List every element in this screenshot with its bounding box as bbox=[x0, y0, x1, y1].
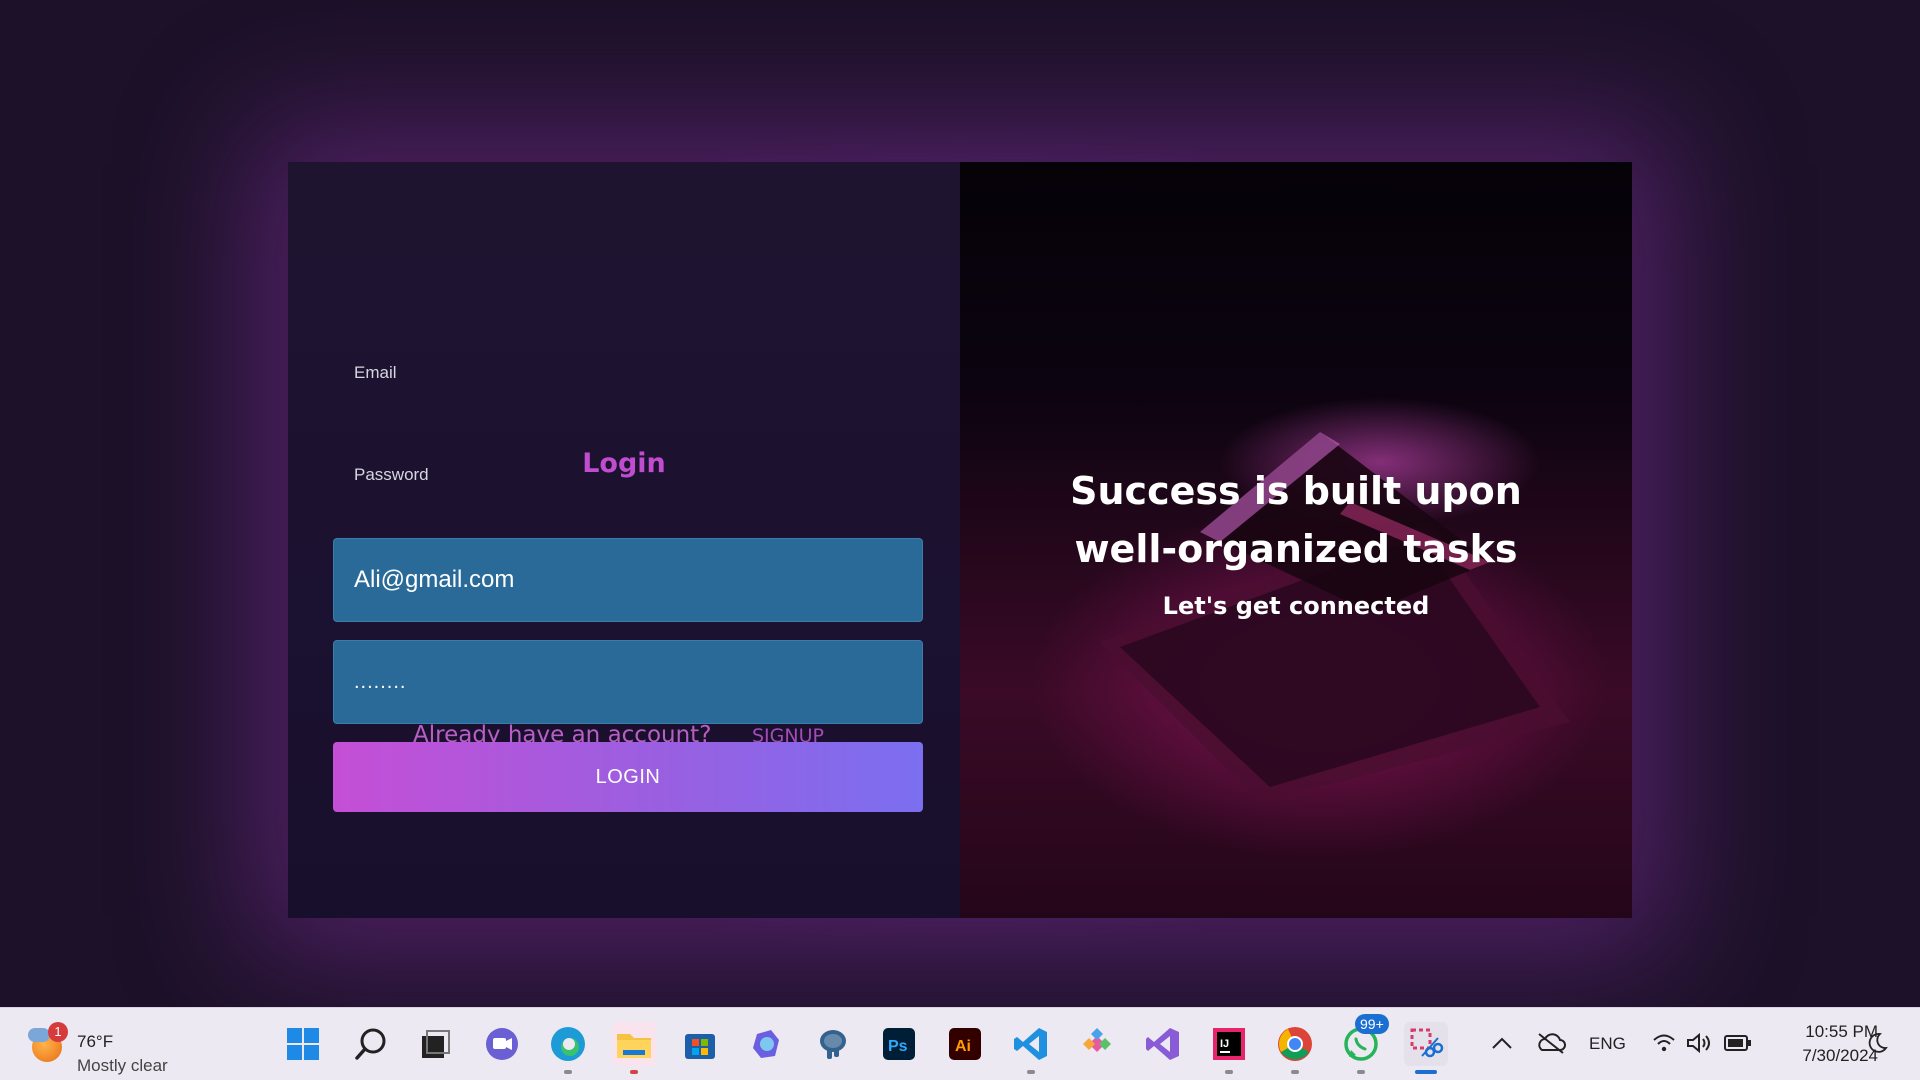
start-button[interactable] bbox=[281, 1022, 325, 1066]
password-field[interactable] bbox=[333, 640, 923, 724]
copilot-app[interactable] bbox=[745, 1022, 789, 1066]
snipping-tool-app[interactable] bbox=[1404, 1022, 1448, 1074]
whatsapp-running-indicator bbox=[1357, 1070, 1365, 1074]
folder-icon bbox=[617, 1034, 651, 1058]
illustrator-app[interactable]: Ai bbox=[943, 1022, 987, 1066]
password-label: Password bbox=[354, 465, 429, 484]
hero-subtitle: Let's get connected bbox=[1162, 592, 1430, 620]
file-explorer-running-indicator bbox=[630, 1070, 638, 1074]
login-button[interactable]: LOGIN bbox=[333, 742, 923, 812]
microsoft-store-app[interactable] bbox=[678, 1022, 722, 1066]
weather-desc: Mostly clear bbox=[77, 1056, 168, 1075]
weather-cloud-icon bbox=[28, 1028, 50, 1042]
windows-icon bbox=[287, 1028, 319, 1060]
task-view-icon bbox=[422, 1030, 450, 1058]
svg-text:Ai: Ai bbox=[955, 1038, 971, 1055]
weather-widget[interactable]: 1 76°F Mostly clear bbox=[28, 1022, 228, 1075]
focus-assist-button[interactable] bbox=[1866, 1032, 1888, 1059]
vscode-app[interactable] bbox=[1009, 1022, 1053, 1074]
chrome-running-indicator bbox=[1291, 1070, 1299, 1074]
account-prompt: Already have an account? bbox=[413, 722, 712, 748]
desktop: Login LOGIN Success is built upon well-o… bbox=[0, 0, 1920, 1007]
file-explorer-app[interactable] bbox=[612, 1022, 656, 1074]
hero-quote: Success is built upon well-organized tas… bbox=[1070, 469, 1522, 571]
vscode-running-indicator bbox=[1027, 1070, 1035, 1074]
teams-app[interactable] bbox=[480, 1022, 524, 1066]
search-button[interactable] bbox=[349, 1022, 393, 1066]
login-panel: Login LOGIN bbox=[288, 162, 960, 918]
weather-temp: 76°F bbox=[77, 1032, 114, 1051]
speaker-icon bbox=[1687, 1032, 1710, 1054]
whatsapp-badge: 99+ bbox=[1355, 1014, 1389, 1034]
svg-text:IJ: IJ bbox=[1220, 1038, 1229, 1050]
whatsapp-app[interactable]: 99+ bbox=[1339, 1014, 1389, 1074]
volume-button[interactable] bbox=[1686, 1032, 1712, 1059]
chevron-up-icon bbox=[1492, 1037, 1512, 1049]
wifi-button[interactable] bbox=[1652, 1032, 1676, 1059]
weather-badge: 1 bbox=[48, 1022, 68, 1042]
diamond-app-icon bbox=[1083, 1028, 1111, 1052]
onedrive-button[interactable] bbox=[1536, 1032, 1566, 1059]
illustrator-icon: Ai bbox=[949, 1028, 981, 1060]
intellij-icon: IJ bbox=[1213, 1028, 1245, 1060]
vscode-icon bbox=[1014, 1028, 1047, 1060]
git-client-app[interactable] bbox=[1075, 1022, 1119, 1066]
chrome-icon bbox=[1278, 1027, 1312, 1061]
battery-button[interactable] bbox=[1724, 1034, 1752, 1057]
visual-studio-app[interactable] bbox=[1141, 1022, 1185, 1066]
language-indicator[interactable]: ENG bbox=[1589, 1034, 1626, 1054]
edge-running-indicator bbox=[564, 1070, 572, 1074]
wifi-icon bbox=[1653, 1034, 1675, 1052]
email-label: Email bbox=[354, 363, 397, 382]
cloud-offline-icon bbox=[1538, 1033, 1566, 1054]
signup-link[interactable]: SIGNUP bbox=[752, 725, 824, 747]
postgresql-app[interactable] bbox=[811, 1022, 855, 1066]
photoshop-app[interactable]: Ps bbox=[877, 1022, 921, 1066]
postgresql-icon bbox=[820, 1030, 846, 1059]
edge-icon bbox=[551, 1027, 585, 1061]
email-input[interactable] bbox=[354, 539, 904, 621]
taskbar: 1 76°F Mostly clear Ps Ai IJ 99+ ENG 10:… bbox=[0, 1007, 1920, 1080]
copilot-icon bbox=[753, 1030, 779, 1058]
show-hidden-icons-button[interactable] bbox=[1490, 1034, 1514, 1057]
intellij-running-indicator bbox=[1225, 1070, 1233, 1074]
svg-text:Ps: Ps bbox=[888, 1038, 908, 1055]
search-icon bbox=[355, 1028, 386, 1060]
visual-studio-icon bbox=[1146, 1028, 1179, 1060]
moon-icon bbox=[1868, 1033, 1888, 1053]
login-card: Login LOGIN Success is built upon well-o… bbox=[288, 162, 1632, 918]
email-field[interactable] bbox=[333, 538, 923, 622]
hero-panel: Success is built upon well-organized tas… bbox=[960, 162, 1632, 918]
intellij-app[interactable]: IJ bbox=[1207, 1022, 1251, 1074]
clock-time[interactable]: 10:55 PM bbox=[1778, 1022, 1878, 1042]
chrome-app[interactable] bbox=[1273, 1022, 1317, 1074]
clock-date[interactable]: 7/30/2024 bbox=[1768, 1046, 1878, 1066]
edge-app[interactable] bbox=[546, 1022, 590, 1074]
teams-icon bbox=[486, 1028, 518, 1060]
snipping-tool-active-indicator bbox=[1415, 1070, 1437, 1074]
password-input[interactable] bbox=[354, 641, 904, 723]
store-icon bbox=[685, 1034, 715, 1059]
photoshop-icon: Ps bbox=[883, 1028, 915, 1060]
battery-icon bbox=[1724, 1035, 1751, 1051]
snipping-tool-icon bbox=[1410, 1028, 1444, 1058]
task-view-button[interactable] bbox=[413, 1022, 457, 1066]
